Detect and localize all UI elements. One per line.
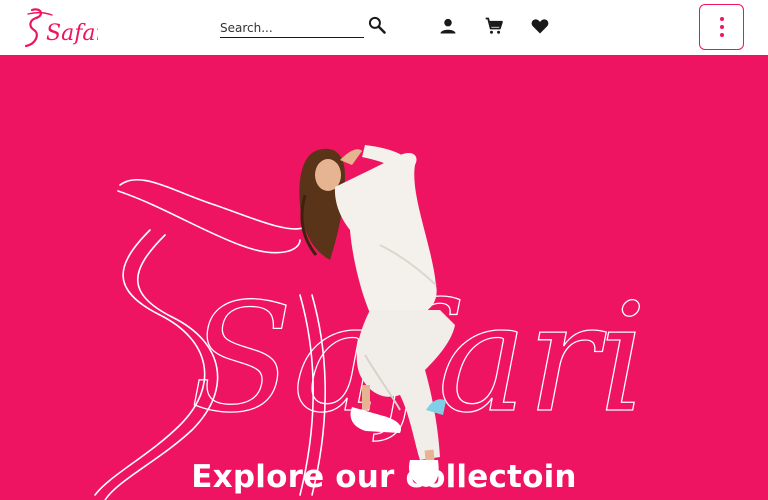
account-button[interactable] [436, 14, 460, 38]
safari-logo-icon: Safari [24, 8, 113, 48]
search-input[interactable] [220, 18, 364, 38]
cart-button[interactable] [482, 14, 506, 38]
more-menu-button[interactable] [699, 4, 744, 50]
brand-logo[interactable]: Safari [22, 6, 113, 50]
search-button[interactable] [365, 13, 389, 37]
user-icon [440, 18, 456, 34]
wishlist-button[interactable] [528, 14, 552, 38]
hero-banner: Safari Explore our [0, 55, 768, 500]
logo-wordmark: Safari [46, 21, 98, 46]
more-vertical-icon [719, 17, 724, 37]
hero-artwork: Safari [94, 145, 647, 500]
cart-icon [485, 17, 503, 34]
search-box [220, 14, 365, 38]
heart-icon [531, 19, 549, 34]
top-navigation-bar: Safari [0, 0, 768, 55]
search-icon [368, 16, 386, 34]
hero-title: Explore our collectoin [191, 459, 577, 495]
